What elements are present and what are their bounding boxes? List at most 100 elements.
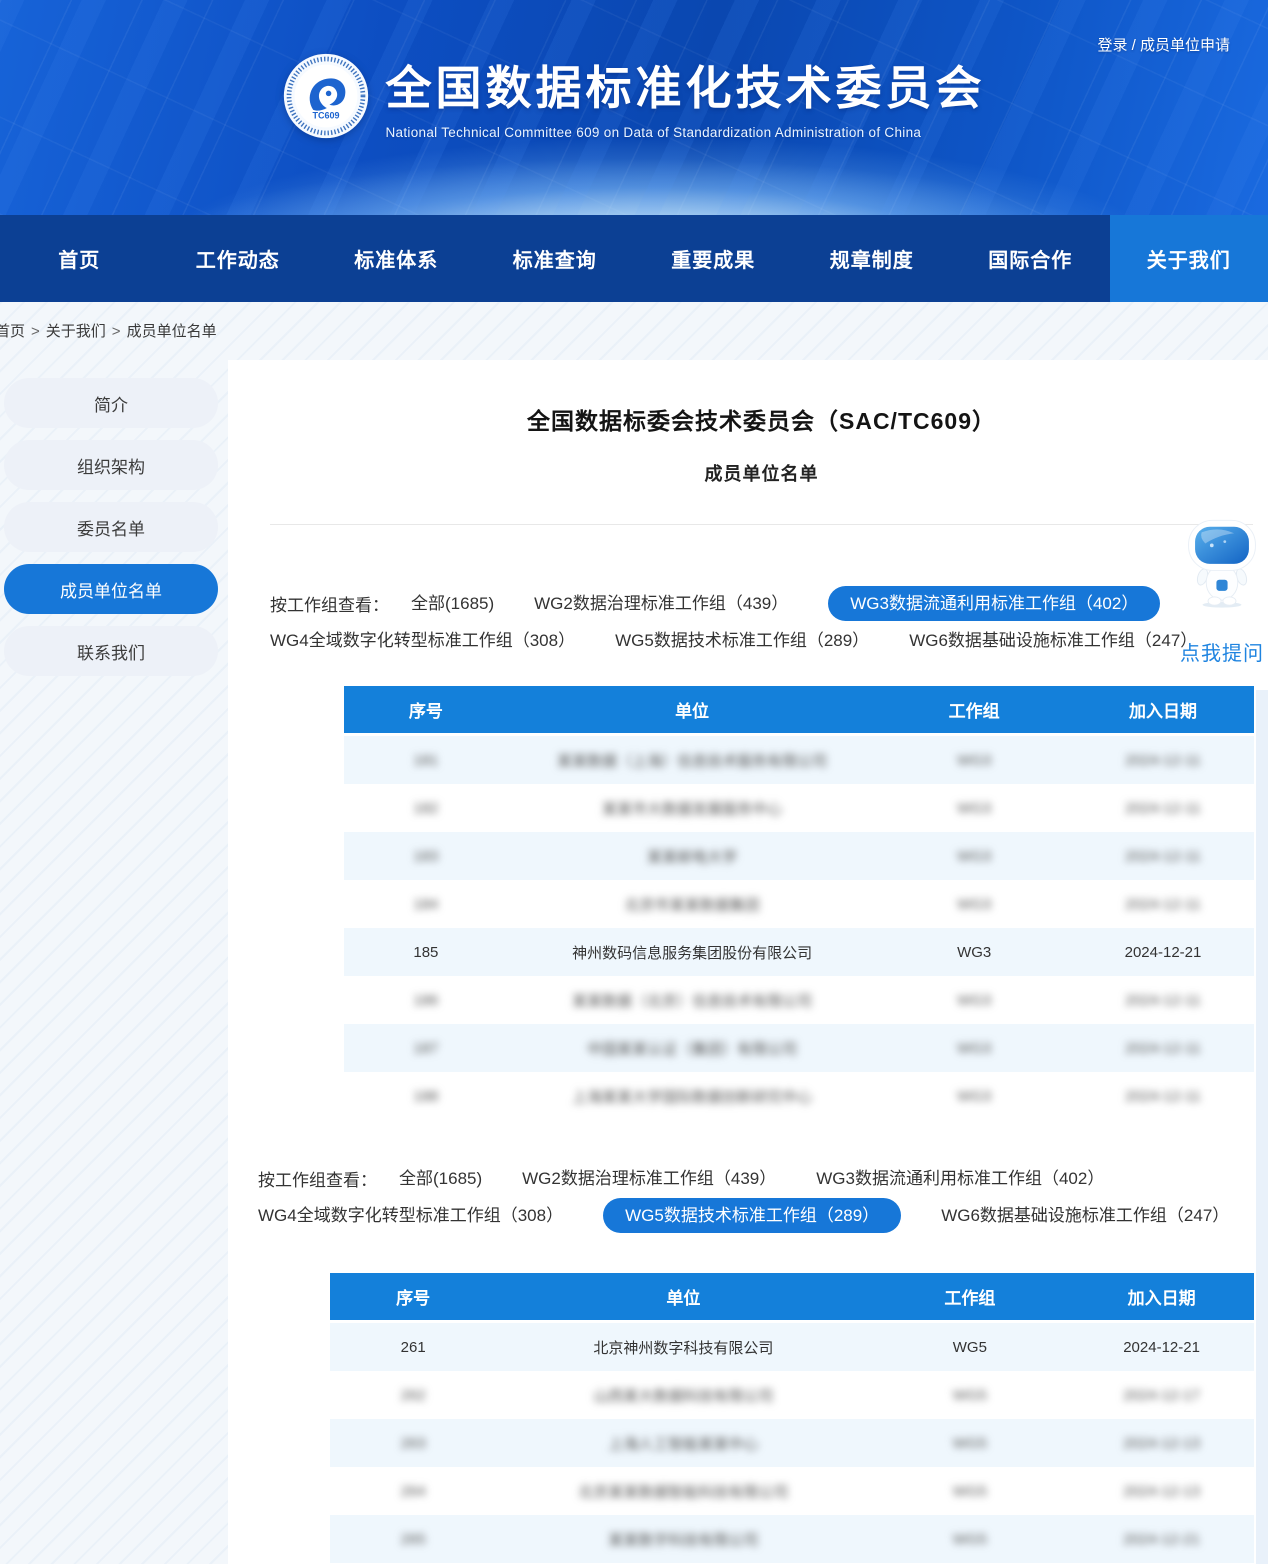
- nav-item-international[interactable]: 国际合作: [951, 215, 1110, 302]
- nav-item-regulations[interactable]: 规章制度: [793, 215, 952, 302]
- cell-group: WG5: [871, 1531, 1070, 1548]
- nav-item-achievements[interactable]: 重要成果: [634, 215, 793, 302]
- cell-group: WG3: [876, 1040, 1072, 1057]
- cell-unit: 某某数据（北京）信息技术有限公司: [508, 990, 877, 1011]
- cell-group: WG3: [876, 944, 1072, 961]
- table-row: 264北京某某数据智能科技有限公司WG52024-12-13: [330, 1467, 1254, 1515]
- cell-unit: 北京市某某数据集团: [508, 894, 877, 915]
- login-apply-link[interactable]: 登录 / 成员单位申请: [1097, 34, 1230, 55]
- sidebar-item-org-structure[interactable]: 组织架构: [4, 440, 218, 490]
- cell-no: 181: [344, 752, 508, 769]
- logo-code: TC609: [312, 110, 339, 120]
- cell-unit: 某某数字科技有限公司: [496, 1529, 870, 1550]
- site-brand: TC609 全国数据标准化技术委员会 National Technical Co…: [0, 0, 1268, 140]
- cell-no: 183: [344, 848, 508, 865]
- filter-group-label: 按工作组查看：: [270, 591, 389, 616]
- breadcrumb-item[interactable]: 关于我们: [46, 323, 106, 340]
- breadcrumb-item[interactable]: 首页: [0, 323, 25, 340]
- site-title: 全国数据标准化技术委员会: [386, 52, 986, 118]
- cell-date: 2024-12-11: [1072, 896, 1254, 913]
- column-header: 工作组: [876, 697, 1072, 722]
- cell-no: 264: [330, 1483, 496, 1500]
- divider: [270, 524, 1253, 525]
- filter-all[interactable]: 全部(1685): [411, 588, 494, 619]
- page-title: 全国数据标委会技术委员会（SAC/TC609）: [270, 402, 1253, 436]
- nav-item-about-us[interactable]: 关于我们: [1110, 215, 1268, 302]
- filter-row: WG4全域数字化转型标准工作组（308） WG5数据技术标准工作组（289） WG6…: [270, 622, 1210, 659]
- table-row: 261北京神州数字科技有限公司WG52024-12-21: [330, 1323, 1254, 1371]
- table-header: 序号单位工作组加入日期: [344, 686, 1254, 736]
- cell-group: WG5: [871, 1339, 1070, 1356]
- table-row: 263上海人工智能某某中心WG52024-12-13: [330, 1419, 1254, 1467]
- filter-wg3[interactable]: WG3数据流通利用标准工作组（402）: [816, 1163, 1104, 1194]
- filter-wg5[interactable]: WG5数据技术标准工作组（289）: [615, 625, 869, 656]
- nav-item-standard-search[interactable]: 标准查询: [476, 215, 635, 302]
- nav-item-standard-system[interactable]: 标准体系: [317, 215, 476, 302]
- cell-date: 2024-12-11: [1072, 1040, 1254, 1057]
- member-table: 序号单位工作组加入日期 261北京神州数字科技有限公司WG52024-12-21…: [330, 1273, 1254, 1563]
- cell-no: 184: [344, 896, 508, 913]
- filter-wg3[interactable]: WG3数据流通利用标准工作组（402）: [828, 586, 1160, 621]
- cell-no: 185: [344, 944, 508, 961]
- page-body: 首页>关于我们>成员单位名单 简介组织架构委员名单成员单位名单联系我们 全国数据…: [0, 302, 1268, 1564]
- filter-wg5[interactable]: WG5数据技术标准工作组（289）: [603, 1198, 901, 1233]
- breadcrumb: 首页>关于我们>成员单位名单: [0, 320, 217, 341]
- filter-wg2[interactable]: WG2数据治理标准工作组（439）: [522, 1163, 776, 1194]
- cell-date: 2024-12-21: [1072, 944, 1254, 961]
- sidebar-item-intro[interactable]: 简介: [4, 378, 218, 428]
- cell-no: 261: [330, 1339, 496, 1356]
- table-row: 183某某邮电大学WG32024-12-11: [344, 832, 1254, 880]
- main-nav: 首页工作动态标准体系标准查询重要成果规章制度国际合作关于我们: [0, 215, 1268, 302]
- column-header: 单位: [496, 1284, 870, 1309]
- filter-wg6[interactable]: WG6数据基础设施标准工作组（247）: [941, 1200, 1229, 1231]
- cell-unit: 山西某大数据科技有限公司: [496, 1385, 870, 1406]
- column-header: 工作组: [871, 1284, 1070, 1309]
- filter-wg6[interactable]: WG6数据基础设施标准工作组（247）: [909, 625, 1197, 656]
- table-row: 265某某数字科技有限公司WG52024-12-21: [330, 1515, 1254, 1563]
- cell-date: 2024-12-21: [1069, 1531, 1254, 1548]
- cell-group: WG3: [876, 992, 1072, 1009]
- sidebar-item-committee-members[interactable]: 委员名单: [4, 502, 218, 552]
- table-row: 184北京市某某数据集团WG32024-12-11: [344, 880, 1254, 928]
- filter-wg2[interactable]: WG2数据治理标准工作组（439）: [534, 588, 788, 619]
- filter-wg4[interactable]: WG4全域数字化转型标准工作组（308）: [258, 1200, 563, 1231]
- cell-no: 187: [344, 1040, 508, 1057]
- table-body: 261北京神州数字科技有限公司WG52024-12-21262山西某大数据科技有…: [330, 1323, 1254, 1563]
- cell-unit: 某某市大数据发展服务中心: [508, 798, 877, 819]
- column-header: 单位: [508, 697, 877, 722]
- breadcrumb-item[interactable]: 成员单位名单: [127, 323, 217, 340]
- page: 登录 / 成员单位申请 TC609 全国数据标准化技术委员会 National …: [0, 0, 1268, 1564]
- nav-item-work-news[interactable]: 工作动态: [159, 215, 318, 302]
- filter-wg4[interactable]: WG4全域数字化转型标准工作组（308）: [270, 625, 575, 656]
- cell-date: 2024-12-21: [1069, 1339, 1254, 1356]
- nav-item-home[interactable]: 首页: [0, 215, 159, 302]
- filter-bar: 按工作组查看： 全部(1685) WG2数据治理标准工作组（439） WG3数据流通利…: [258, 1160, 1198, 1234]
- table-row: 187中国某某认证（集团）有限公司WG32024-12-11: [344, 1024, 1254, 1072]
- table-row: 185神州数码信息服务集团股份有限公司WG32024-12-21: [344, 928, 1254, 976]
- member-table: 序号单位工作组加入日期 181某某数据（上海）信息技术服务有限公司WG32024…: [344, 686, 1254, 1120]
- filter-row: 按工作组查看： 全部(1685) WG2数据治理标准工作组（439） WG3数据流通利…: [258, 1160, 1198, 1197]
- filter-all[interactable]: 全部(1685): [399, 1163, 482, 1194]
- member-section-wg5: 按工作组查看： 全部(1685) WG2数据治理标准工作组（439） WG3数据流通利…: [0, 1160, 1268, 1563]
- table-row: 188上海某某大学国际数据创新研究中心WG32024-12-11: [344, 1072, 1254, 1120]
- cell-group: WG3: [876, 848, 1072, 865]
- column-header: 加入日期: [1069, 1284, 1254, 1309]
- tc609-logo-icon: TC609: [283, 53, 369, 139]
- filter-row: WG4全域数字化转型标准工作组（308）WG5数据技术标准工作组（289）WG6…: [258, 1197, 1198, 1234]
- member-section-wg3: 按工作组查看： 全部(1685) WG2数据治理标准工作组（439） WG3数据流通利…: [0, 585, 1268, 1120]
- cell-no: 265: [330, 1531, 496, 1548]
- cell-group: WG3: [876, 896, 1072, 913]
- table-row: 182某某市大数据发展服务中心WG32024-12-11: [344, 784, 1254, 832]
- brand-text: 全国数据标准化技术委员会 National Technical Committe…: [386, 52, 986, 140]
- cell-date: 2024-12-11: [1072, 848, 1254, 865]
- cell-date: 2024-12-13: [1069, 1483, 1254, 1500]
- cell-group: WG3: [876, 800, 1072, 817]
- filter-bar: 按工作组查看： 全部(1685) WG2数据治理标准工作组（439） WG3数据流通利…: [270, 585, 1210, 659]
- cell-unit: 上海某某大学国际数据创新研究中心: [508, 1086, 877, 1107]
- filter-group-label: 按工作组查看：: [258, 1166, 377, 1191]
- cell-group: WG5: [871, 1387, 1070, 1404]
- cell-group: WG3: [876, 752, 1072, 769]
- cell-unit: 北京神州数字科技有限公司: [496, 1337, 870, 1358]
- filter-row: 按工作组查看： 全部(1685) WG2数据治理标准工作组（439） WG3数据流通利…: [270, 585, 1210, 622]
- site-subtitle: National Technical Committee 609 on Data…: [386, 125, 986, 140]
